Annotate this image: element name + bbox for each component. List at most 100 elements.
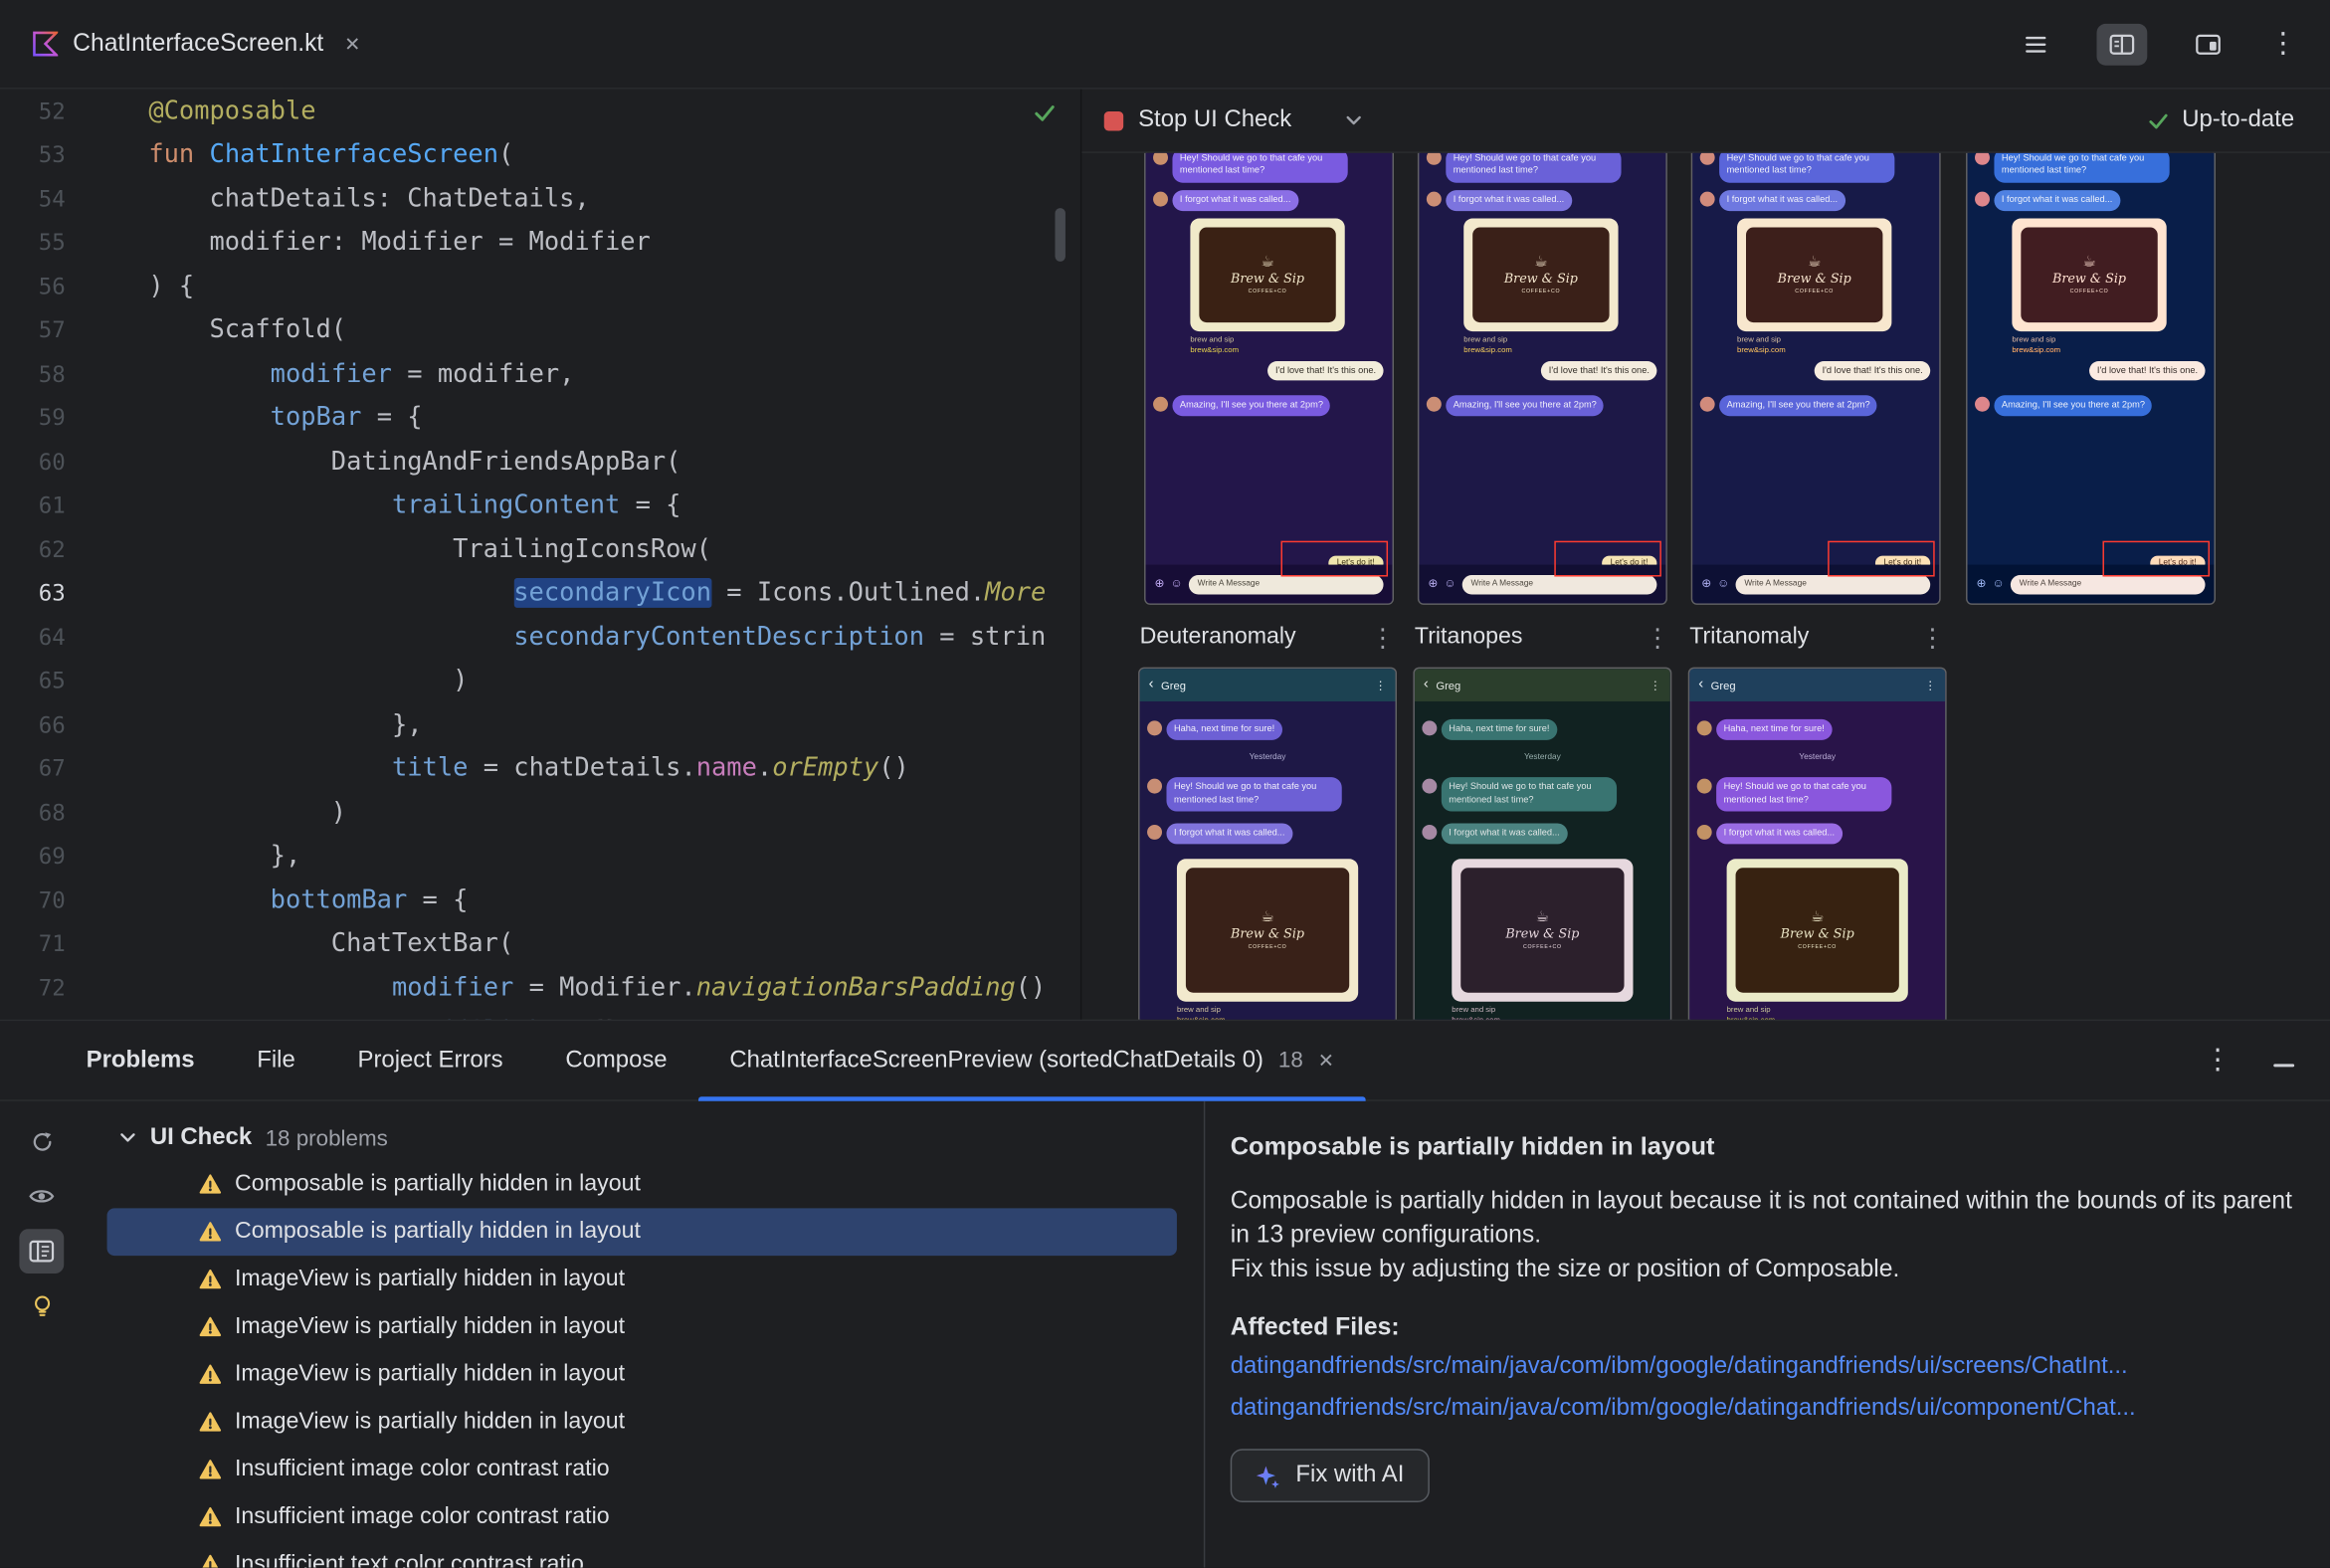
fix-with-ai-button[interactable]: Fix with AI bbox=[1230, 1449, 1430, 1503]
design-view-icon bbox=[2196, 33, 2221, 55]
details-view-button[interactable] bbox=[19, 1229, 65, 1274]
preview-card[interactable]: Hey! Should we go to that cafe you menti… bbox=[1967, 152, 2215, 604]
preview-card[interactable]: Hey! Should we go to that cafe you menti… bbox=[1419, 152, 1666, 604]
avatar bbox=[1153, 396, 1168, 412]
code-line[interactable]: 55 modifier: Modifier = Modifier bbox=[0, 221, 1080, 265]
attach-icon: ⊕ bbox=[1976, 576, 1987, 590]
chat-bubble: I forgot what it was called... bbox=[1441, 823, 1568, 846]
preview-card[interactable]: ‹ Greg ⋮ Haha, next time for sure! Yesterday… bbox=[1414, 669, 1670, 1020]
code-token: orEmpty bbox=[772, 753, 879, 784]
link-url: brew&sip.com bbox=[1737, 346, 1786, 356]
code-text: onAddClick = {} bbox=[148, 1017, 620, 1020]
design-view-button[interactable] bbox=[2183, 23, 2233, 65]
brew-sip-logo: ☕ Brew & Sip COFFEE+CO bbox=[1472, 227, 1610, 323]
code-line[interactable]: 52 @Composable bbox=[0, 90, 1080, 133]
chat-menu-icon: ⋮ bbox=[1924, 678, 1937, 692]
brand-name: Brew & Sip bbox=[2051, 272, 2127, 288]
code-line[interactable]: 65 ) bbox=[0, 659, 1080, 702]
problem-item[interactable]: Insufficient text color contrast ratio bbox=[107, 1541, 1177, 1568]
code-editor[interactable]: 52 @Composable 53 fun ChatInterfaceScreen(5… bbox=[0, 89, 1080, 1020]
code-line[interactable]: 62 TrailingIconsRow( bbox=[0, 527, 1080, 571]
stop-icon[interactable] bbox=[1103, 110, 1124, 130]
refresh-button[interactable] bbox=[19, 1119, 64, 1164]
avatar bbox=[1699, 396, 1715, 412]
link-image: ☕ Brew & Sip COFFEE+CO bbox=[1176, 859, 1359, 1003]
editor-more-options-icon[interactable]: ⋮ bbox=[2269, 30, 2297, 58]
code-token: onAddClick bbox=[392, 1017, 544, 1020]
editor-scrollbar[interactable] bbox=[1055, 208, 1066, 262]
inspections-ok-icon[interactable] bbox=[1033, 101, 1057, 132]
code-line[interactable]: 61 trailingContent = { bbox=[0, 484, 1080, 527]
chevron-expanded-icon[interactable] bbox=[118, 1132, 136, 1144]
problem-item[interactable]: Composable is partially hidden in layout bbox=[107, 1161, 1177, 1209]
warning-icon bbox=[199, 1412, 222, 1432]
preview-canvas[interactable]: Hey! Should we go to that cafe you menti… bbox=[1081, 152, 2330, 1020]
code-line[interactable]: 63 secondaryIcon = Icons.Outlined.More bbox=[0, 571, 1080, 615]
variant-menu-icon[interactable]: ⋮ bbox=[1645, 625, 1669, 650]
problem-label: Composable is partially hidden in layout bbox=[234, 1218, 641, 1245]
problem-item[interactable]: ImageView is partially hidden in layout bbox=[107, 1351, 1177, 1399]
code-line[interactable]: 60 DatingAndFriendsAppBar( bbox=[0, 440, 1080, 484]
chevron-down-icon[interactable] bbox=[1345, 114, 1363, 126]
code-line[interactable]: 57 Scaffold( bbox=[0, 308, 1080, 352]
close-tab-icon[interactable]: ✕ bbox=[1318, 1049, 1334, 1073]
panel-options-icon[interactable]: ⋮ bbox=[2204, 1047, 2232, 1075]
code-line[interactable]: 59 topBar = { bbox=[0, 396, 1080, 440]
link-caption: brew and sip bbox=[2012, 335, 2056, 345]
close-tab-icon[interactable]: ✕ bbox=[344, 32, 360, 56]
code-line[interactable]: 70 bottomBar = { bbox=[0, 879, 1080, 922]
tab-chatinterfacescreenpreview-sortedchatdetails-0-[interactable]: ChatInterfaceScreenPreview (sortedChatDe… bbox=[697, 1021, 1366, 1101]
code-line[interactable]: 64 secondaryContentDescription = strin bbox=[0, 615, 1080, 659]
avatar bbox=[1426, 152, 1442, 165]
code-line[interactable]: 66 }, bbox=[0, 702, 1080, 746]
refresh-icon bbox=[32, 1131, 51, 1150]
code-line[interactable]: 67 title = chatDetails.name.orEmpty() bbox=[0, 747, 1080, 791]
code-line[interactable]: 68 ) bbox=[0, 791, 1080, 835]
problems-tree[interactable]: UI Check 18 problems Composable is parti… bbox=[84, 1101, 1204, 1568]
problem-item[interactable]: ImageView is partially hidden in layout bbox=[107, 1303, 1177, 1351]
preview-card[interactable]: ‹ Greg ⋮ Haha, next time for sure! Yesterday… bbox=[1689, 669, 1946, 1020]
status-label: Up-to-date bbox=[2182, 106, 2295, 132]
affected-file-link[interactable]: datingandfriends/src/main/java/com/ibm/g… bbox=[1231, 1391, 2294, 1425]
problem-item[interactable]: ImageView is partially hidden in layout bbox=[107, 1398, 1177, 1446]
tab-problems[interactable]: Problems bbox=[55, 1021, 226, 1099]
quick-fix-button[interactable] bbox=[19, 1283, 64, 1328]
tab-file[interactable]: File bbox=[226, 1021, 326, 1099]
code-line[interactable]: 69 }, bbox=[0, 835, 1080, 879]
link-preview-card: ☕Brew & SipCOFFEE+CO brew and sipbrew&sip… bbox=[1452, 859, 1634, 1020]
brew-sip-logo: ☕ Brew & Sip COFFEE+CO bbox=[1746, 227, 1883, 323]
tab-project-errors[interactable]: Project Errors bbox=[326, 1021, 534, 1099]
coffee-cup-icon: ☕ bbox=[1534, 254, 1548, 271]
avatar bbox=[1147, 779, 1163, 795]
preview-card[interactable]: ‹ Greg ⋮ Haha, next time for sure! Yesterday… bbox=[1139, 669, 1396, 1020]
code-line[interactable]: 73 onAddClick = {} bbox=[0, 1010, 1080, 1020]
minimize-button[interactable] bbox=[2273, 1047, 2295, 1074]
emoji-icon: ☺ bbox=[1444, 576, 1456, 590]
stop-ui-check-button[interactable]: Stop UI Check bbox=[1138, 107, 1291, 134]
problem-item[interactable]: Insufficient image color contrast ratio bbox=[107, 1446, 1177, 1493]
code-line[interactable]: 72 modifier = Modifier.navigationBarsPad… bbox=[0, 966, 1080, 1010]
variant-menu-icon[interactable]: ⋮ bbox=[1370, 625, 1395, 650]
problem-item[interactable]: ImageView is partially hidden in layout bbox=[107, 1256, 1177, 1303]
code-line[interactable]: 54 chatDetails: ChatDetails, bbox=[0, 177, 1080, 221]
split-view-button[interactable] bbox=[2096, 23, 2148, 65]
preview-card[interactable]: Hey! Should we go to that cafe you menti… bbox=[1692, 152, 1940, 604]
code-token: ChatInterfaceScreen bbox=[209, 139, 498, 170]
preview-problems-button[interactable] bbox=[19, 1174, 64, 1219]
code-line[interactable]: 53 fun ChatInterfaceScreen( bbox=[0, 133, 1080, 177]
code-line[interactable]: 58 modifier = modifier, bbox=[0, 352, 1080, 396]
problems-group-row[interactable]: UI Check 18 problems bbox=[107, 1116, 1204, 1161]
tab-count-badge: 18 bbox=[1277, 1048, 1303, 1074]
tab-compose[interactable]: Compose bbox=[534, 1021, 698, 1099]
preview-card[interactable]: Hey! Should we go to that cafe you menti… bbox=[1145, 152, 1393, 604]
file-tab[interactable]: ChatInterfaceScreen.kt ✕ bbox=[0, 0, 387, 88]
code-view-button[interactable] bbox=[2011, 23, 2061, 65]
variant-menu-icon[interactable]: ⋮ bbox=[1920, 625, 1945, 650]
code-line[interactable]: 71 ChatTextBar( bbox=[0, 922, 1080, 966]
affected-file-link[interactable]: datingandfriends/src/main/java/com/ibm/g… bbox=[1231, 1349, 2294, 1383]
brand-name: Brew & Sip bbox=[1505, 927, 1580, 943]
code-line[interactable]: 56) { bbox=[0, 265, 1080, 308]
problem-item[interactable]: Insufficient image color contrast ratio bbox=[107, 1493, 1177, 1541]
problem-item[interactable]: Composable is partially hidden in layout bbox=[106, 1208, 1177, 1257]
